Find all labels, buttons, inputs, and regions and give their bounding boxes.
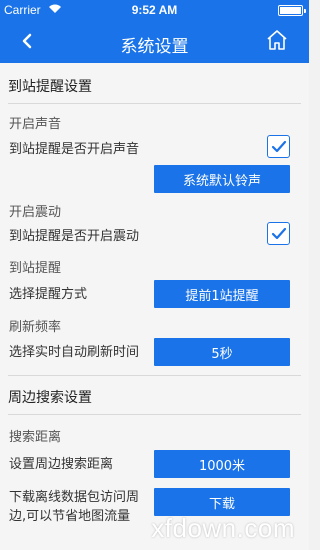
status-time: 9:52 AM [131,3,178,17]
station-section-title: 到站提醒设置 [8,79,92,95]
divider [8,414,301,415]
status-bar: Carrier 9:52 AM [0,0,309,20]
refresh-subtitle: 刷新频率 [9,320,62,335]
distance-label: 设置周边搜索距离 [9,457,114,472]
vibrate-label: 到站提醒是否开启震动 [9,229,140,244]
sound-label: 到站提醒是否开启声音 [9,142,140,157]
home-icon [267,30,287,50]
page-title: 系统设置 [120,37,189,57]
vibrate-checkbox[interactable] [267,222,290,245]
checkmark-icon [271,140,286,152]
remind-label: 选择提醒方式 [9,287,88,302]
download-button[interactable]: 下载 [154,488,290,516]
distance-button[interactable]: 1000米 [154,450,290,478]
divider [8,103,301,104]
nearby-section-title: 周边搜索设置 [8,390,92,406]
home-button[interactable] [265,28,291,54]
checkmark-icon [271,227,286,239]
sound-checkbox[interactable] [267,135,290,158]
watermark: xfdown.com [151,513,295,543]
distance-subtitle: 搜索距离 [9,430,62,445]
ringtone-button[interactable]: 系统默认铃声 [154,165,290,193]
settings-content: 到站提醒设置 开启声音 到站提醒是否开启声音 系统默认铃声 开启震动 到站提醒是… [0,63,309,550]
vibrate-subtitle: 开启震动 [9,205,62,220]
sound-subtitle: 开启声音 [9,117,62,132]
battery-icon [278,5,306,16]
download-label-line2: 边,可以节省地图流量 [9,509,131,524]
divider [8,375,301,376]
remind-mode-button[interactable]: 提前1站提醒 [154,280,290,308]
remind-subtitle: 到站提醒 [9,261,62,276]
nav-bar: 系统设置 [0,20,309,63]
download-label-line1: 下载离线数据包访问周 [9,490,140,505]
refresh-label: 选择实时自动刷新时间 [9,345,140,360]
refresh-interval-button[interactable]: 5秒 [154,338,290,366]
